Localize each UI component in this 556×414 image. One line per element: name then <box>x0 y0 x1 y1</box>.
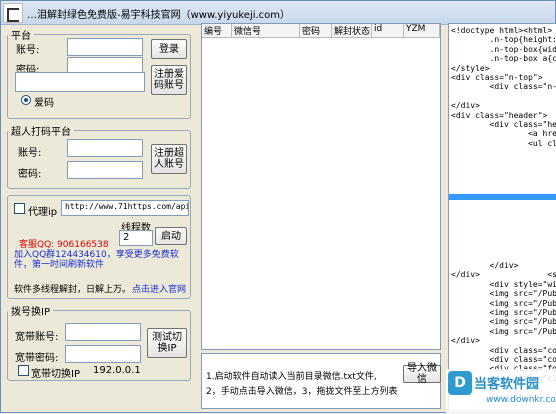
column-header[interactable]: 解封状态 <box>332 24 372 37</box>
code-line: <div class="n-t <box>451 82 556 92</box>
speed-text: 软件多线程解封，日解上万。 <box>14 285 132 295</box>
table-header: 编号 微信号 密码 解封状态 id YZM <box>202 24 440 38</box>
code-line: </div> <box>451 261 519 270</box>
column-header[interactable]: 编号 <box>202 24 232 37</box>
chaoren-password-input[interactable] <box>67 161 143 179</box>
test-switch-ip-button[interactable]: 测试切换IP <box>147 328 187 358</box>
window-title: …泪解封绿色免费版-易宇科技官网（www.yiyukeji.com） <box>27 10 291 21</box>
code-line: <img src="/Publi <box>451 298 556 308</box>
column-header[interactable]: 密码 <box>300 24 332 37</box>
code-line: <div style="width <box>489 279 556 289</box>
proxy-url-input[interactable]: http://www.71https.com/api.asp?1 <box>61 200 189 216</box>
code-line: <div class="heade <box>489 120 556 129</box>
register-aima-button[interactable]: 注册爱码账号 <box>151 65 187 95</box>
code-line: <ul class <box>528 138 556 148</box>
account-label: 账号: <box>16 45 40 56</box>
code-line: <img src="/Publi <box>451 308 556 317</box>
broadband-password-input[interactable] <box>65 345 141 363</box>
code-line: <img src="/Publi <box>451 326 556 336</box>
broadband-switch-label: 宽带切换IP <box>31 369 80 380</box>
chaoren-account-label: 账号: <box>18 148 42 159</box>
code-line: </div> <style> <box>451 270 556 280</box>
ip-value: 192.0.0.1 <box>93 365 141 376</box>
broadband-switch-checkbox[interactable] <box>18 365 29 376</box>
qq-group-text[interactable]: 加入QQ群124434610，享受更多免费软件，第一时间刷新软件 <box>14 250 188 270</box>
broadband-password-label: 宽带密码: <box>15 353 59 364</box>
code-line: <div class="header"> <box>451 110 548 120</box>
column-header[interactable]: 微信号 <box>232 24 300 37</box>
watermark-logo: D <box>448 371 472 395</box>
code-line: <div class="copy <box>451 355 556 364</box>
dial-group-label: 拨号换IP <box>11 307 50 318</box>
column-header[interactable]: YZM <box>404 24 440 37</box>
login-group-label: 平台 <box>11 31 31 42</box>
code-line: <a href=" <box>528 129 556 139</box>
code-line: <!doctype html><html> < <box>451 26 556 35</box>
message-line: 2，手动点击导入微信，3，拖拢文件至上方列表 <box>206 387 398 397</box>
selection-highlight <box>449 194 556 200</box>
html-source-view[interactable]: <!doctype html><html> < .n-top{height: 3… <box>448 23 556 411</box>
watermark-url: www.downkr.com <box>486 395 556 405</box>
code-line: </style> <box>451 63 490 73</box>
code-line: .n-top-box{width: <box>489 44 556 54</box>
aima-radio[interactable] <box>21 95 31 105</box>
account-input[interactable] <box>67 38 143 56</box>
code-line: .n-top{height: 30 <box>489 35 556 45</box>
app-icon <box>3 3 23 23</box>
code-line: <div class="n-top"> <box>451 73 543 82</box>
threads-input[interactable]: 2 <box>119 230 153 246</box>
register-chaoren-button[interactable]: 注册超人账号 <box>151 144 187 174</box>
broadband-account-label: 宽带账号: <box>15 332 59 343</box>
proxy-checkbox[interactable] <box>14 203 25 214</box>
app-window: …泪解封绿色免费版-易宇科技官网（www.yiyukeji.com） 平台 账号… <box>0 0 556 414</box>
import-wechat-button[interactable]: 导入微信 <box>403 363 441 385</box>
aima-radio-label: 爱码 <box>34 98 54 109</box>
chaoren-password-label: 密码: <box>18 169 42 180</box>
title-bar: …泪解封绿色免费版-易宇科技官网（www.yiyukeji.com） <box>1 1 555 25</box>
watermark: D 当客软件园 www.downkr.com <box>446 369 556 414</box>
chaoren-group-label: 超人打码平台 <box>11 127 71 138</box>
column-header[interactable]: id <box>372 24 404 37</box>
official-site-link[interactable]: 点击进入官网 <box>132 282 186 295</box>
code-line: </div> <box>451 336 480 346</box>
code-line: <img src="/Publi <box>451 317 556 327</box>
message-line: 1.启动软件自动读入当前目录微信.txt文件, <box>206 372 377 382</box>
proxy-checkbox-label: 代理ip <box>28 207 58 218</box>
code-line: </div> <box>451 101 480 111</box>
code-line: .n-top-box a{colo <box>489 54 556 64</box>
chaoren-account-input[interactable] <box>67 139 143 157</box>
broadband-account-input[interactable] <box>65 323 141 341</box>
wechat-table[interactable]: 编号 微信号 密码 解封状态 id YZM <box>201 23 441 350</box>
watermark-title: 当客软件园 <box>474 377 540 392</box>
captcha-input[interactable] <box>15 72 145 92</box>
start-button[interactable]: 启动 <box>155 227 187 245</box>
code-line: <div class="containe <box>489 345 556 355</box>
login-button[interactable]: 登录 <box>151 39 187 59</box>
qq-support-text: 客服QQ: 906166538 <box>19 240 109 250</box>
code-line: <img src="/Publi <box>451 289 556 299</box>
